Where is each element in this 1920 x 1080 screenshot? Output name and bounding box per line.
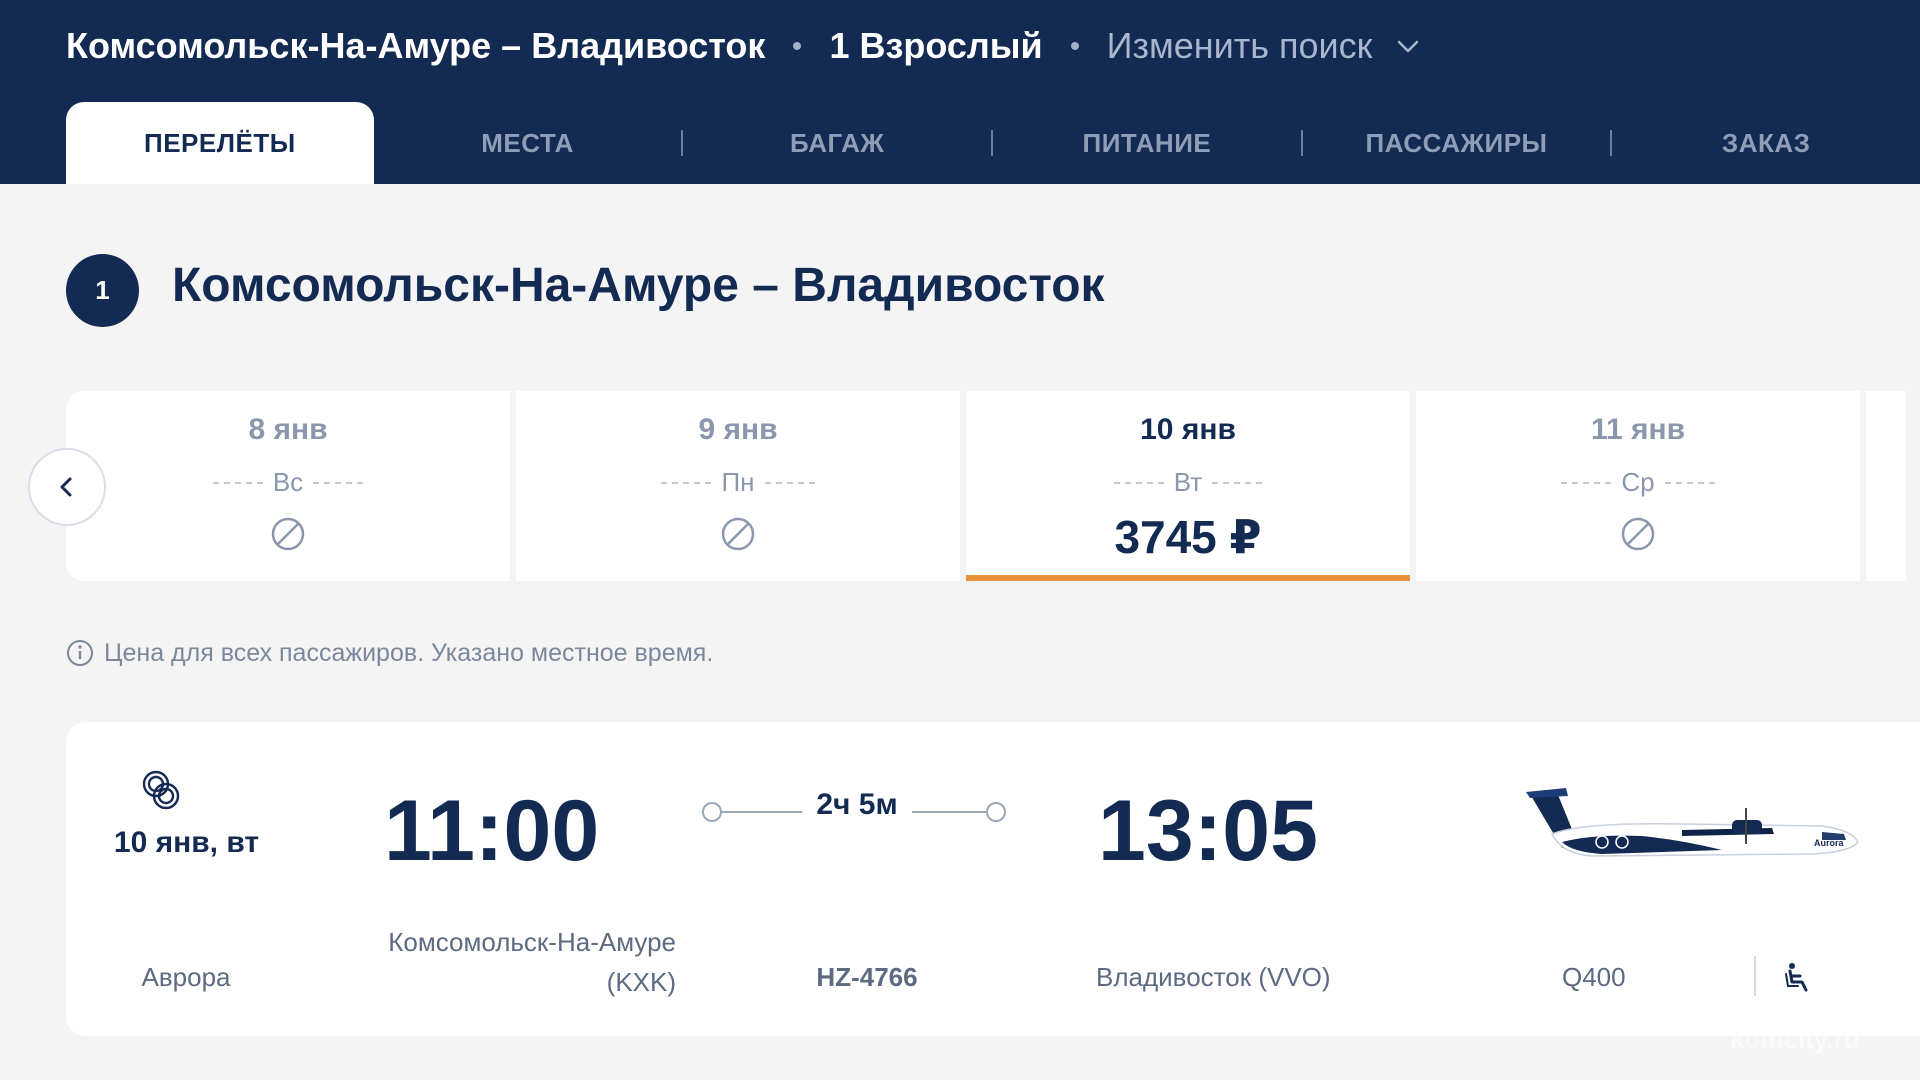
weekday-label: Вт xyxy=(1173,467,1203,497)
chevron-left-icon xyxy=(60,477,72,497)
aircraft-type: Q400 xyxy=(1562,962,1626,992)
top-header: Комсомольск-На-Амуре – Владивосток 1 Взр… xyxy=(0,0,1920,184)
weekday-label: Ср xyxy=(1621,467,1655,497)
prev-dates-button[interactable] xyxy=(28,448,106,526)
date-label: 11 янв xyxy=(1590,413,1686,446)
section-title: Комсомольск-На-Амуре – Владивосток xyxy=(172,259,1105,312)
departure-airport: Комсомольск-На-Амуре (KXK) xyxy=(366,922,676,1002)
tab-meals[interactable]: ПИТАНИЕ xyxy=(993,102,1301,184)
date-label: 8 янв xyxy=(248,413,328,446)
aurora-logo-icon xyxy=(142,770,180,810)
tab-baggage[interactable]: БАГАЖ xyxy=(683,102,991,184)
tab-flights[interactable]: ПЕРЕЛЁТЫ xyxy=(66,102,374,184)
date-label: 9 янв xyxy=(698,413,778,446)
arrival-time: 13:05 xyxy=(1098,783,1318,879)
weekday-row: Вс xyxy=(212,467,364,498)
arrival-airport: Владивосток (VVO) xyxy=(1096,962,1331,992)
date-carousel: 8 янв Вс 9 янв Пн 10 янв Вт 3745 ₽ 11 ян… xyxy=(66,391,1920,581)
no-flights-icon xyxy=(271,517,305,551)
dashed-line xyxy=(1561,481,1612,484)
search-summary: Комсомольск-На-Амуре – Владивосток 1 Взр… xyxy=(66,20,1420,72)
date-card[interactable]: 8 янв Вс xyxy=(66,391,510,581)
destination-dot xyxy=(986,802,1006,822)
weekday-label: Пн xyxy=(721,467,755,497)
departure-time: 11:00 xyxy=(384,783,600,879)
dashed-line xyxy=(212,481,263,484)
watermark: komcity.ru xyxy=(1730,1024,1860,1054)
info-icon xyxy=(67,640,93,666)
date-card[interactable]: 11 янв Ср xyxy=(1416,391,1860,581)
departure-airport-code: (KXK) xyxy=(606,967,676,997)
dashed-line xyxy=(1664,481,1715,484)
tab-seats[interactable]: МЕСТА xyxy=(374,102,682,184)
aircraft-image: Aurora xyxy=(1526,788,1859,857)
passengers-summary: 1 Взрослый xyxy=(829,25,1043,66)
tab-order[interactable]: ЗАКАЗ xyxy=(1612,102,1920,184)
dashed-line xyxy=(313,481,364,484)
dashed-line xyxy=(764,481,815,484)
chevron-down-icon[interactable] xyxy=(1396,34,1420,58)
date-label: 10 янв xyxy=(1140,413,1236,446)
weekday-label: Вс xyxy=(272,467,304,497)
date-card-selected[interactable]: 10 янв Вт 3745 ₽ xyxy=(966,391,1410,581)
departure-airport-city: Комсомольск-На-Амуре xyxy=(388,927,676,957)
flight-duration: 2ч 5м xyxy=(802,788,912,822)
dashed-line xyxy=(1113,481,1164,484)
divider xyxy=(1754,956,1756,996)
dashed-line xyxy=(661,481,712,484)
info-note-text: Цена для всех пассажиров. Указано местно… xyxy=(104,638,714,667)
dashed-line xyxy=(1212,481,1263,484)
price-info-note: Цена для всех пассажиров. Указано местно… xyxy=(66,636,713,670)
flight-date: 10 янв, вт xyxy=(113,826,260,859)
flight-number: HZ-4766 xyxy=(816,962,918,992)
no-flights-icon xyxy=(1621,517,1655,551)
weekday-row: Ср xyxy=(1561,467,1715,498)
weekday-row: Вт xyxy=(1113,467,1263,498)
booking-steps-tabs: ПЕРЕЛЁТЫ МЕСТА БАГАЖ ПИТАНИЕ ПАССАЖИРЫ З… xyxy=(66,102,1920,184)
separator-dot xyxy=(1070,42,1079,50)
step-number-badge: 1 xyxy=(66,254,139,327)
date-card-partial[interactable] xyxy=(1866,391,1906,581)
route-summary: Комсомольск-На-Амуре – Владивосток xyxy=(66,25,766,66)
date-price: 3745 ₽ xyxy=(1114,511,1262,563)
origin-dot xyxy=(702,802,722,822)
separator-dot xyxy=(793,42,802,50)
no-flights-icon xyxy=(721,517,755,551)
date-card[interactable]: 9 янв Пн xyxy=(516,391,960,581)
tab-passengers[interactable]: ПАССАЖИРЫ xyxy=(1303,102,1611,184)
airline-name: Аврора xyxy=(141,962,231,992)
flight-card[interactable]: 10 янв, вт 11:00 2ч 5м 13:05 Aurora Авро… xyxy=(66,722,1920,1036)
seat-icon[interactable] xyxy=(1780,960,1812,992)
weekday-row: Пн xyxy=(661,467,815,498)
change-search-link[interactable]: Изменить поиск xyxy=(1107,25,1373,67)
